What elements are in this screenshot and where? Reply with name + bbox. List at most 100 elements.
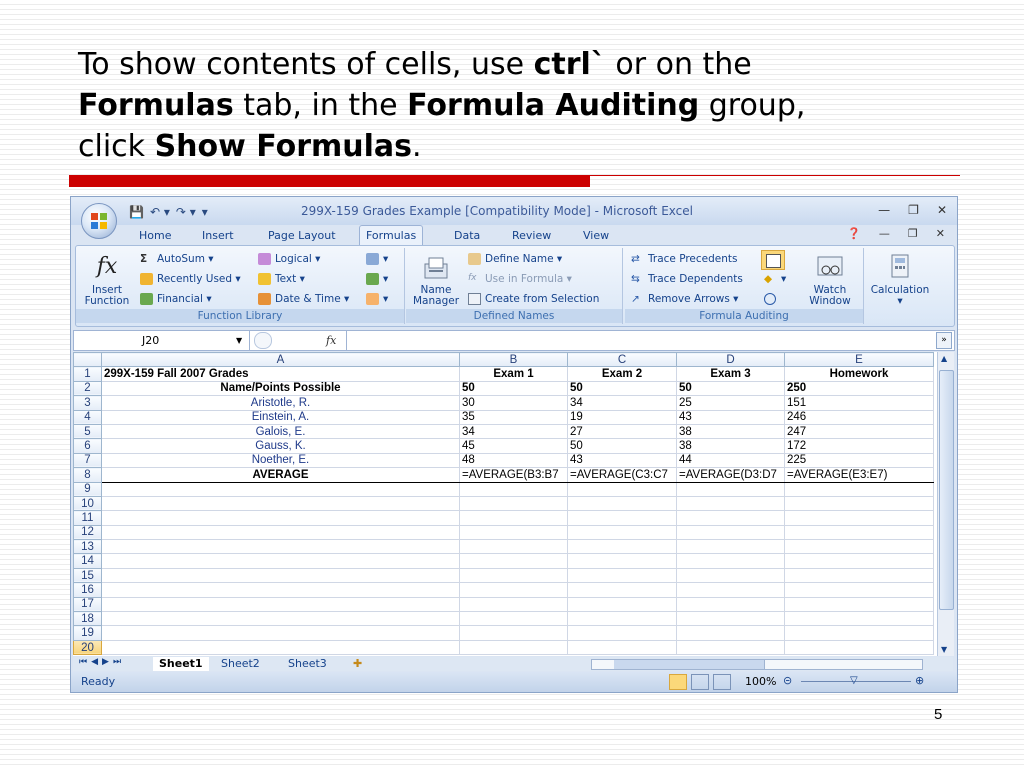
cell[interactable] bbox=[567, 553, 677, 569]
cell[interactable] bbox=[101, 625, 460, 641]
cell[interactable]: =AVERAGE(B3:B7 bbox=[459, 467, 568, 483]
cell[interactable] bbox=[784, 524, 934, 541]
cell[interactable] bbox=[101, 495, 460, 512]
zoom-in-icon[interactable]: ⊕ bbox=[915, 674, 924, 687]
zoom-level[interactable]: 100% bbox=[745, 675, 776, 688]
cell[interactable]: 45 bbox=[459, 438, 568, 454]
cell[interactable]: 27 bbox=[567, 423, 677, 440]
calculation-button[interactable]: Calculation ▾ bbox=[868, 252, 932, 307]
cell[interactable]: 34 bbox=[459, 423, 568, 440]
tab-formulas[interactable]: Formulas bbox=[359, 225, 424, 246]
financial-button[interactable]: Financial ▾ bbox=[140, 293, 212, 305]
cell[interactable] bbox=[676, 639, 785, 656]
logical-button[interactable]: Logical ▾ bbox=[258, 253, 320, 265]
cell[interactable]: Aristotle, R. bbox=[101, 395, 460, 411]
cell[interactable] bbox=[784, 539, 934, 555]
row-header[interactable]: 18 bbox=[73, 611, 102, 627]
column-header-e[interactable]: E bbox=[784, 351, 934, 368]
scroll-down-icon[interactable]: ▼ bbox=[941, 645, 947, 654]
cell[interactable] bbox=[784, 510, 934, 526]
cell[interactable] bbox=[567, 481, 677, 497]
cell[interactable]: Einstein, A. bbox=[101, 409, 460, 425]
zoom-out-icon[interactable]: ⊝ bbox=[783, 674, 792, 687]
fx-icon[interactable]: fx bbox=[326, 331, 336, 350]
formula-input[interactable] bbox=[346, 331, 927, 350]
cell[interactable] bbox=[101, 510, 460, 526]
text-button[interactable]: Text ▾ bbox=[258, 273, 305, 285]
row-header[interactable]: 1 bbox=[73, 366, 102, 382]
cell[interactable]: =AVERAGE(C3:C7 bbox=[567, 467, 677, 483]
math-trig-button[interactable]: ▾ bbox=[366, 273, 388, 285]
cell[interactable] bbox=[784, 582, 934, 598]
error-checking-button[interactable]: ◆ ▾ bbox=[764, 273, 786, 285]
minimize-icon[interactable]: — bbox=[879, 227, 890, 240]
sheet-nav-arrows-icon[interactable]: ⏮◀▶⏭ bbox=[79, 657, 125, 667]
cell[interactable]: 50 bbox=[567, 438, 677, 454]
tab-home[interactable]: Home bbox=[133, 227, 177, 245]
formula-bar-toggle[interactable] bbox=[254, 332, 272, 349]
insert-sheet-icon[interactable]: ✚ bbox=[353, 657, 362, 671]
cell[interactable]: Gauss, K. bbox=[101, 438, 460, 454]
recently-used-button[interactable]: Recently Used ▾ bbox=[140, 273, 241, 285]
cell[interactable] bbox=[676, 553, 785, 569]
more-functions-button[interactable]: ▾ bbox=[366, 293, 388, 305]
cell[interactable]: 246 bbox=[784, 409, 934, 425]
cell[interactable]: 38 bbox=[676, 423, 785, 440]
date-time-button[interactable]: Date & Time ▾ bbox=[258, 293, 349, 305]
row-header[interactable]: 8 bbox=[73, 467, 102, 483]
column-header-d[interactable]: D bbox=[676, 351, 785, 368]
cell[interactable] bbox=[101, 567, 460, 584]
cell[interactable]: 25 bbox=[676, 395, 785, 411]
row-header[interactable]: 9 bbox=[73, 481, 102, 497]
page-layout-view-icon[interactable] bbox=[691, 674, 709, 690]
row-header[interactable]: 5 bbox=[73, 423, 102, 440]
cell[interactable] bbox=[676, 510, 785, 526]
sheet-tab-3[interactable]: Sheet3 bbox=[288, 657, 327, 671]
horizontal-scroll-thumb[interactable] bbox=[614, 660, 765, 669]
name-box[interactable]: J20 ▼ bbox=[74, 331, 250, 350]
use-in-formula-button[interactable]: fx Use in Formula ▾ bbox=[468, 273, 572, 285]
cell[interactable] bbox=[459, 611, 568, 627]
row-header[interactable]: 7 bbox=[73, 452, 102, 469]
cell[interactable] bbox=[101, 582, 460, 598]
cell[interactable]: Galois, E. bbox=[101, 423, 460, 440]
cell[interactable] bbox=[784, 625, 934, 641]
undo-icon[interactable]: ↶ ▾ bbox=[150, 205, 170, 219]
row-header[interactable]: 2 bbox=[73, 380, 102, 397]
tab-view[interactable]: View bbox=[577, 227, 615, 245]
cell[interactable] bbox=[101, 539, 460, 555]
sheet-tab-2[interactable]: Sheet2 bbox=[221, 657, 260, 671]
row-header[interactable]: 16 bbox=[73, 582, 102, 598]
cell[interactable] bbox=[459, 582, 568, 598]
cell[interactable] bbox=[676, 567, 785, 584]
cell[interactable]: 38 bbox=[676, 438, 785, 454]
normal-view-icon[interactable] bbox=[669, 674, 687, 690]
create-from-selection-button[interactable]: Create from Selection bbox=[468, 293, 599, 305]
cell[interactable]: 34 bbox=[567, 395, 677, 411]
cell[interactable] bbox=[101, 553, 460, 569]
cell[interactable]: Exam 1 bbox=[459, 366, 568, 382]
column-header-c[interactable]: C bbox=[567, 351, 677, 368]
expand-formula-bar-icon[interactable]: » bbox=[936, 332, 952, 349]
cell[interactable] bbox=[676, 539, 785, 555]
cell[interactable] bbox=[101, 611, 460, 627]
tab-data[interactable]: Data bbox=[448, 227, 486, 245]
close-icon[interactable]: ✕ bbox=[937, 203, 947, 217]
row-header[interactable]: 3 bbox=[73, 395, 102, 411]
cell[interactable] bbox=[784, 553, 934, 569]
cell[interactable] bbox=[459, 510, 568, 526]
cell[interactable] bbox=[459, 596, 568, 613]
cell[interactable] bbox=[567, 596, 677, 613]
cell[interactable]: Noether, E. bbox=[101, 452, 460, 469]
cell[interactable] bbox=[459, 553, 568, 569]
scroll-thumb[interactable] bbox=[939, 370, 954, 610]
cell[interactable]: Exam 3 bbox=[676, 366, 785, 382]
minimize-icon[interactable]: — bbox=[878, 203, 890, 217]
cell[interactable]: AVERAGE bbox=[101, 467, 460, 483]
column-header-a[interactable]: A bbox=[101, 351, 460, 368]
cell[interactable]: 151 bbox=[784, 395, 934, 411]
horizontal-scrollbar[interactable] bbox=[591, 659, 923, 670]
cell[interactable] bbox=[784, 611, 934, 627]
cell[interactable]: 50 bbox=[459, 380, 568, 397]
cell[interactable] bbox=[784, 596, 934, 613]
